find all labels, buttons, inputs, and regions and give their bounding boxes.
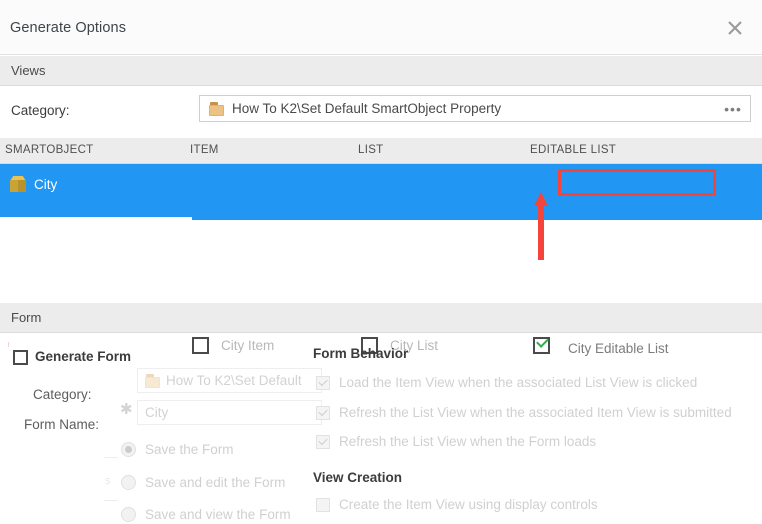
option-label: Load the Item View when the associated L… <box>339 375 698 390</box>
radio-label: Save and edit the Form <box>145 475 286 490</box>
views-grid-header: SMARTOBJECT ITEM LIST EDITABLE LIST <box>0 138 762 164</box>
column-header-smartobject: SMARTOBJECT <box>5 144 94 156</box>
category-value: How To K2\Set Default SmartObject Proper… <box>232 101 502 116</box>
category-label: Category: <box>11 103 70 118</box>
ghost-artifact-line-2 <box>104 500 118 501</box>
ghost-artifact-dot <box>8 342 9 347</box>
editable-list-checkbox[interactable] <box>533 335 550 354</box>
folder-icon <box>209 101 224 116</box>
checkmark-icon <box>536 335 549 348</box>
view-creation-option-display-controls[interactable]: Create the Item View using display contr… <box>316 497 598 512</box>
editable-list-name-input[interactable]: City Editable List <box>561 336 713 361</box>
generate-form-label: Generate Form <box>35 349 132 364</box>
option-label: Refresh the List View when the associate… <box>339 405 732 420</box>
form-section-label: Form <box>11 310 42 325</box>
form-behavior-option-load-item-view[interactable]: Load the Item View when the associated L… <box>316 375 697 390</box>
radio-icon <box>121 475 136 490</box>
form-category-placeholder: How To K2\Set Default <box>166 373 302 388</box>
option-label: Refresh the List View when the Form load… <box>339 434 597 449</box>
column-header-editable-list: EDITABLE LIST <box>530 144 617 156</box>
views-section-label: Views <box>11 63 46 78</box>
view-creation-title: View Creation <box>313 470 403 485</box>
category-browse-button[interactable]: ••• <box>722 100 744 118</box>
close-button[interactable] <box>716 9 754 47</box>
radio-save-and-edit-the-form[interactable]: Save and edit the Form <box>121 475 285 490</box>
column-header-item: ITEM <box>190 144 219 156</box>
ghost-artifact-line-1 <box>104 457 118 458</box>
close-icon <box>728 21 742 35</box>
form-behavior-title: Form Behavior <box>313 346 409 361</box>
views-section-header: Views <box>0 56 762 86</box>
radio-save-the-form[interactable]: Save the Form <box>121 442 234 457</box>
option-label: Create the Item View using display contr… <box>339 497 598 512</box>
smartobject-cube-icon <box>9 175 27 193</box>
dialog-title-bar: Generate Options <box>0 0 762 55</box>
column-header-list: LIST <box>358 144 384 156</box>
item-checkbox[interactable] <box>192 337 209 354</box>
form-name-input[interactable]: City <box>137 400 322 425</box>
page-title: Generate Options <box>10 20 127 36</box>
form-behavior-option-refresh-on-load[interactable]: Refresh the List View when the Form load… <box>316 434 596 449</box>
radio-icon <box>121 442 136 457</box>
required-marker: ✱ <box>120 401 133 418</box>
editable-list-name-value: City Editable List <box>568 341 669 356</box>
radio-label: Save the Form <box>145 442 234 457</box>
smartobject-name: City <box>34 176 58 192</box>
category-input[interactable]: How To K2\Set Default SmartObject Proper… <box>199 95 751 122</box>
form-name-label: Form Name: <box>24 417 100 432</box>
checkbox-icon <box>316 497 330 512</box>
generate-options-dialog: Generate Options Views Category: How To … <box>0 0 762 524</box>
radio-icon <box>121 507 136 522</box>
form-name-placeholder: City <box>145 405 169 420</box>
checkbox-icon <box>316 375 330 390</box>
checkbox-icon <box>316 434 330 449</box>
form-category-input[interactable]: How To K2\Set Default <box>137 368 322 393</box>
radio-label: Save and view the Form <box>145 507 291 522</box>
table-row[interactable]: City City Item City List City Editable L… <box>0 164 762 361</box>
ghost-artifact-char: s <box>105 475 111 487</box>
item-name-placeholder: City Item <box>221 338 275 353</box>
form-category-label: Category: <box>33 387 92 402</box>
form-section-header: Form <box>0 303 762 333</box>
radio-save-and-view-the-form[interactable]: Save and view the Form <box>121 507 291 522</box>
folder-icon <box>145 373 160 388</box>
generate-form-checkbox[interactable] <box>13 350 28 365</box>
form-behavior-option-refresh-on-submit[interactable]: Refresh the List View when the associate… <box>316 405 732 420</box>
row-notch <box>0 217 192 220</box>
checkbox-icon <box>316 405 330 420</box>
smartobject-cell: City <box>9 175 57 193</box>
